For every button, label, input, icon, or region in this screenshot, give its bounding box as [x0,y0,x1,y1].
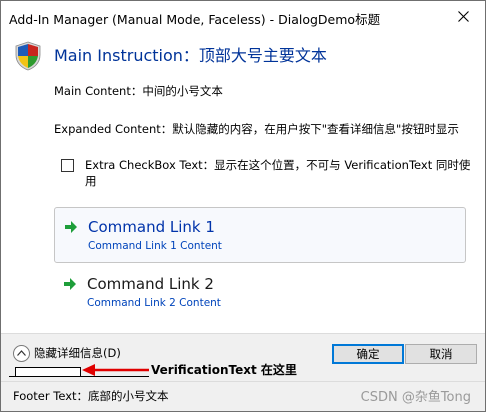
footer-area: 隐藏详细信息(D) 确定 取消 VerificationText 在这里 Foo… [1,333,485,411]
annotation-arrow-icon [82,364,149,376]
collapse-details-label: 隐藏详细信息(D) [34,346,121,360]
divider [1,333,485,334]
command-link-2-subtitle: Command Link 2 Content [87,297,221,309]
command-link-1[interactable]: Command Link 1 Command Link 1 Content [54,207,466,263]
extra-checkbox-label: Extra CheckBox Text：显示在这个位置，不可与 Verifica… [85,158,471,188]
extra-checkbox[interactable] [61,159,74,172]
shield-icon [15,41,41,71]
close-button[interactable] [441,1,485,32]
collapse-details-button[interactable]: 隐藏详细信息(D) [13,344,121,362]
verification-annotation: VerificationText 在这里 [151,363,297,377]
green-arrow-icon [65,221,77,233]
dialog-content: Main Instruction：顶部大号主要文本 Main Content：中… [1,33,485,333]
main-content: Main Content：中间的小号文本 [54,84,223,98]
window-title: Add-In Manager (Manual Mode, Faceless) -… [9,12,381,27]
ok-button[interactable]: 确定 [332,344,404,364]
dialog-window: Add-In Manager (Manual Mode, Faceless) -… [0,0,486,412]
cancel-button[interactable]: 取消 [405,344,477,364]
command-link-2[interactable]: Command Link 2 Command Link 2 Content [54,265,464,319]
expanded-content: Expanded Content：默认隐藏的内容，在用户按下"查看详细信息"按钮… [54,122,459,136]
title-bar: Add-In Manager (Manual Mode, Faceless) -… [1,1,485,33]
green-arrow-icon [64,278,76,290]
watermark: CSDN @杂鱼Tong [360,390,471,405]
command-link-1-title: Command Link 1 [88,218,215,236]
chevron-up-icon [13,344,30,362]
command-link-1-subtitle: Command Link 1 Content [88,240,222,252]
footer-text: Footer Text：底部的小号文本 [13,389,169,403]
main-instruction: Main Instruction：顶部大号主要文本 [54,46,327,65]
command-link-2-title: Command Link 2 [87,275,214,293]
divider [1,381,485,382]
close-icon [457,11,469,22]
